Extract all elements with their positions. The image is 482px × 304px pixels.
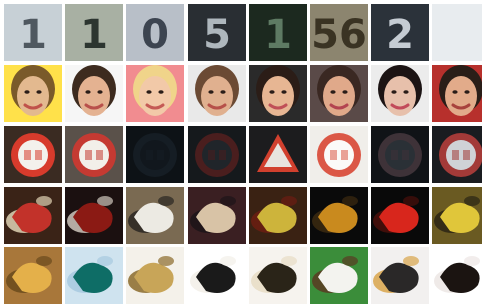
sample-tile-blob [126, 247, 184, 304]
sample-tile-blob [371, 187, 429, 244]
sample-tile-face [188, 65, 246, 122]
sample-tile-digit [432, 4, 482, 61]
sample-tile-digit: 1 [4, 4, 62, 61]
sample-tile-digit: 5 [188, 4, 246, 61]
sample-tile-blob [432, 247, 482, 304]
sample-tile-blob [4, 247, 62, 304]
sample-tile-blob [188, 187, 246, 244]
sample-tile-sign [249, 126, 307, 183]
digit-glyph: 1 [80, 12, 108, 58]
generated-scenes-b-row [4, 247, 482, 304]
face-shape [323, 76, 355, 116]
sample-tile-face [249, 65, 307, 122]
sample-tile-face [310, 65, 368, 122]
sample-tile-sign [310, 126, 368, 183]
digit-glyph: 1 [19, 12, 47, 58]
face-shape [445, 76, 477, 116]
sample-tile-digit: 1 [65, 4, 123, 61]
sample-tile-blob [249, 187, 307, 244]
sample-tile-blob [249, 247, 307, 304]
sample-tile-blob [310, 247, 368, 304]
house-number-digits-row: 1 1 0 5 1 56 2 [4, 4, 482, 61]
sample-tile-blob [4, 187, 62, 244]
sample-tile-sign [188, 126, 246, 183]
image-sample-grid: 1 1 0 5 1 56 2 [4, 4, 482, 304]
generated-scenes-a-row [4, 187, 482, 244]
sample-tile-blob [188, 247, 246, 304]
sample-tile-digit: 1 [249, 4, 307, 61]
face-shape [262, 76, 294, 116]
sample-tile-sign [126, 126, 184, 183]
face-shape [201, 76, 233, 116]
sample-tile-sign [4, 126, 62, 183]
sample-tile-blob [65, 187, 123, 244]
sample-tile-face [4, 65, 62, 122]
sample-tile-face [126, 65, 184, 122]
celebrity-faces-row [4, 65, 482, 122]
sample-tile-digit: 2 [371, 4, 429, 61]
face-shape [139, 76, 171, 116]
sample-tile-face [65, 65, 123, 122]
digit-glyph: 56 [311, 12, 367, 58]
sample-tile-blob [310, 187, 368, 244]
sample-tile-face [371, 65, 429, 122]
sample-tile-face [432, 65, 482, 122]
sample-tile-blob [432, 187, 482, 244]
face-shape [384, 76, 416, 116]
sample-tile-sign [65, 126, 123, 183]
digit-glyph: 1 [264, 12, 292, 58]
digit-glyph: 2 [386, 12, 414, 58]
sample-tile-digit: 56 [310, 4, 368, 61]
digit-glyph: 0 [141, 12, 169, 58]
digit-glyph: 5 [203, 12, 231, 58]
sample-tile-sign [371, 126, 429, 183]
sample-tile-blob [65, 247, 123, 304]
face-shape [17, 76, 49, 116]
sample-tile-sign [432, 126, 482, 183]
sample-tile-blob [371, 247, 429, 304]
sample-tile-digit: 0 [126, 4, 184, 61]
face-shape [78, 76, 110, 116]
sample-tile-blob [126, 187, 184, 244]
traffic-signs-row [4, 126, 482, 183]
